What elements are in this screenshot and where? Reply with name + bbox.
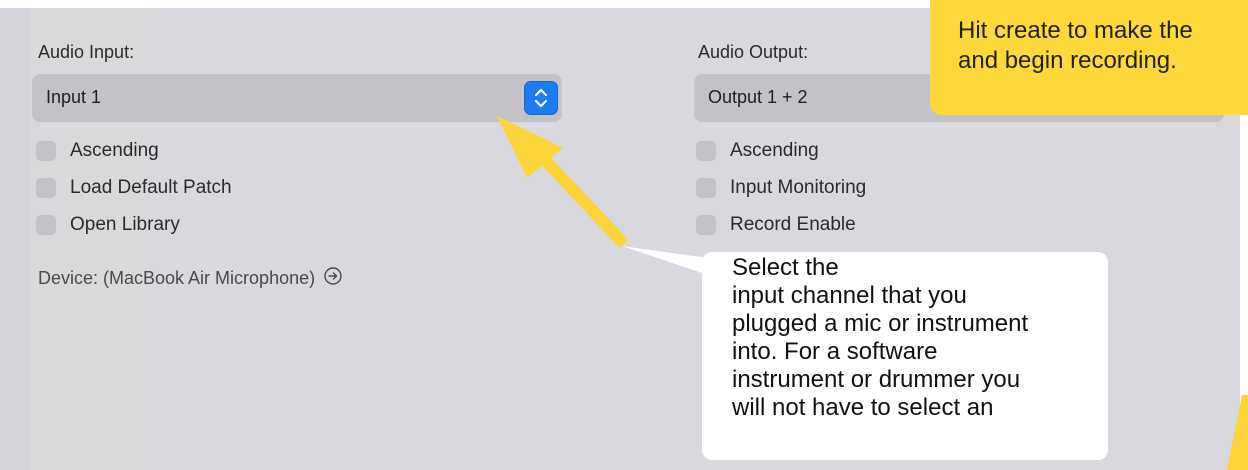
input-channel-callout: Select the input channel that you plugge… <box>702 252 1108 460</box>
callout-tail <box>622 246 708 275</box>
create-callout: Hit create to make the and begin recordi… <box>930 0 1248 115</box>
yellow-arrow-partial <box>1227 395 1248 470</box>
